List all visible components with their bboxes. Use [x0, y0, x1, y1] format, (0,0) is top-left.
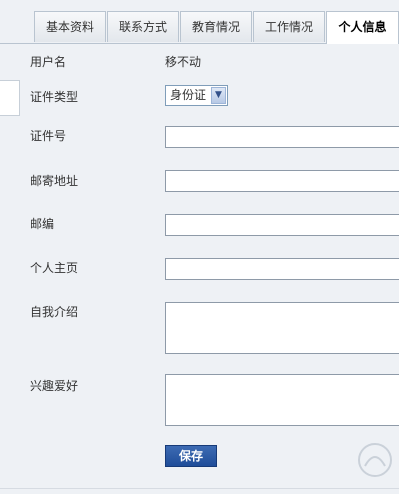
id-number-label: 证件号: [30, 129, 67, 143]
homepage-input[interactable]: [165, 258, 399, 280]
intro-textarea[interactable]: [165, 302, 399, 354]
tab-bar: 基本资料 联系方式 教育情况 工作情况 个人信息: [0, 0, 399, 44]
tab-work[interactable]: 工作情况: [253, 11, 325, 42]
id-type-select[interactable]: 身份证 ▼: [165, 85, 228, 106]
hobbies-textarea[interactable]: [165, 374, 399, 426]
zipcode-input[interactable]: [165, 214, 399, 236]
intro-label: 自我介绍: [30, 305, 79, 319]
hobbies-label: 兴趣爱好: [30, 379, 79, 393]
save-button[interactable]: 保存: [165, 445, 217, 467]
tab-education[interactable]: 教育情况: [180, 11, 252, 42]
chevron-down-icon[interactable]: ▼: [211, 87, 226, 104]
bottom-divider: [0, 488, 399, 489]
tab-personal-info[interactable]: 个人信息: [326, 11, 399, 44]
address-input[interactable]: [165, 170, 399, 192]
tab-contact[interactable]: 联系方式: [107, 11, 179, 42]
id-type-label: 证件类型: [30, 90, 79, 104]
side-panel-edge: [0, 80, 20, 116]
tab-basic-info[interactable]: 基本资料: [34, 11, 106, 42]
zipcode-label: 邮编: [30, 217, 55, 231]
username-label: 用户名: [30, 55, 67, 69]
address-label: 邮寄地址: [30, 174, 79, 188]
username-value: 移不动: [165, 55, 202, 69]
watermark-logo: [358, 443, 392, 477]
id-number-input[interactable]: [165, 126, 399, 148]
id-type-selected-value: 身份证: [170, 88, 207, 102]
homepage-label: 个人主页: [30, 261, 79, 275]
